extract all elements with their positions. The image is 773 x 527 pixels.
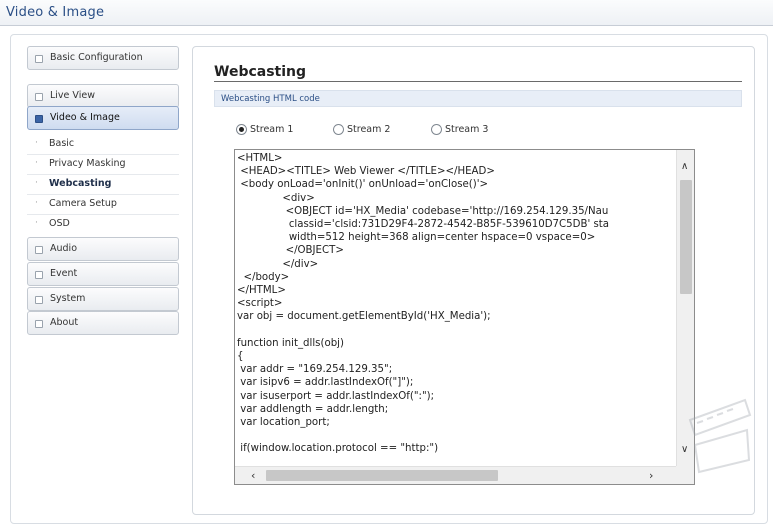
radio-label: Stream 2 <box>347 124 391 135</box>
sidebar-item-label: Basic Configuration <box>50 52 143 63</box>
sidebar-subitem-osd[interactable]: · OSD <box>27 215 179 234</box>
bullet-icon: · <box>35 138 38 148</box>
sidebar-item-label: Audio <box>50 243 78 254</box>
sidebar-item-about[interactable]: About <box>27 311 179 335</box>
sidebar-subitem-label: Camera Setup <box>49 198 117 209</box>
scroll-right-arrow-icon[interactable]: › <box>649 469 653 482</box>
title-divider <box>214 81 742 82</box>
sidebar-item-label: System <box>50 293 86 304</box>
vertical-scroll-thumb[interactable] <box>680 180 692 294</box>
sidebar-subitem-privacy-masking[interactable]: · Privacy Masking <box>27 155 179 174</box>
radio-selected-icon[interactable] <box>236 124 247 135</box>
radio-label: Stream 3 <box>445 124 489 135</box>
bullet-icon: · <box>35 218 38 228</box>
page-title: Webcasting <box>214 64 307 80</box>
sidebar-item-live-view[interactable]: Live View <box>27 84 179 108</box>
sidebar-item-event[interactable]: Event <box>27 262 179 286</box>
bullet-icon: · <box>35 178 38 188</box>
sidebar-item-label: Event <box>50 268 78 279</box>
sidebar-item-label: About <box>50 317 79 328</box>
sidebar-subitem-camera-setup[interactable]: · Camera Setup <box>27 195 179 214</box>
collapse-square-icon <box>35 246 43 254</box>
radio-unselected-icon[interactable] <box>333 124 344 135</box>
horizontal-scrollbar[interactable]: ‹ › <box>235 466 676 484</box>
sidebar-subitem-webcasting[interactable]: · Webcasting <box>27 175 179 194</box>
sidebar-item-basic-configuration[interactable]: Basic Configuration <box>27 46 179 70</box>
sidebar-item-video-image[interactable]: Video & Image <box>27 106 179 130</box>
sidebar-item-system[interactable]: System <box>27 287 179 311</box>
film-reel-watermark-icon <box>688 398 752 474</box>
sidebar-subitem-basic[interactable]: · Basic <box>27 135 179 154</box>
sidebar-subitem-label: OSD <box>49 218 70 229</box>
collapse-square-icon <box>35 271 43 279</box>
sidebar-subitem-label: Privacy Masking <box>49 158 126 169</box>
radio-label: Stream 1 <box>250 124 294 135</box>
sidebar-item-label: Live View <box>50 90 95 101</box>
section-header: Webcasting HTML code <box>214 90 742 107</box>
radio-unselected-icon[interactable] <box>431 124 442 135</box>
html-code-text[interactable]: <HTML> <HEAD><TITLE> Web Viewer </TITLE>… <box>237 152 674 466</box>
expanded-square-icon <box>35 115 43 123</box>
top-header-bar: Video & Image <box>0 0 773 26</box>
collapse-square-icon <box>35 296 43 304</box>
horizontal-scroll-thumb[interactable] <box>266 470 498 481</box>
sidebar-subitem-label: Basic <box>49 138 75 149</box>
collapse-square-icon <box>35 55 43 63</box>
page-header-title: Video & Image <box>6 5 105 20</box>
collapse-square-icon <box>35 320 43 328</box>
html-code-textarea[interactable]: <HTML> <HEAD><TITLE> Web Viewer </TITLE>… <box>234 149 695 485</box>
collapse-square-icon <box>35 93 43 101</box>
scroll-left-arrow-icon[interactable]: ‹ <box>251 469 255 482</box>
bullet-icon: · <box>35 158 38 168</box>
scroll-up-arrow-icon[interactable]: ∧ <box>681 161 688 172</box>
sidebar-item-label: Video & Image <box>50 112 120 123</box>
bullet-icon: · <box>35 198 38 208</box>
sidebar-subitem-label: Webcasting <box>49 178 112 189</box>
sidebar-item-audio[interactable]: Audio <box>27 237 179 261</box>
